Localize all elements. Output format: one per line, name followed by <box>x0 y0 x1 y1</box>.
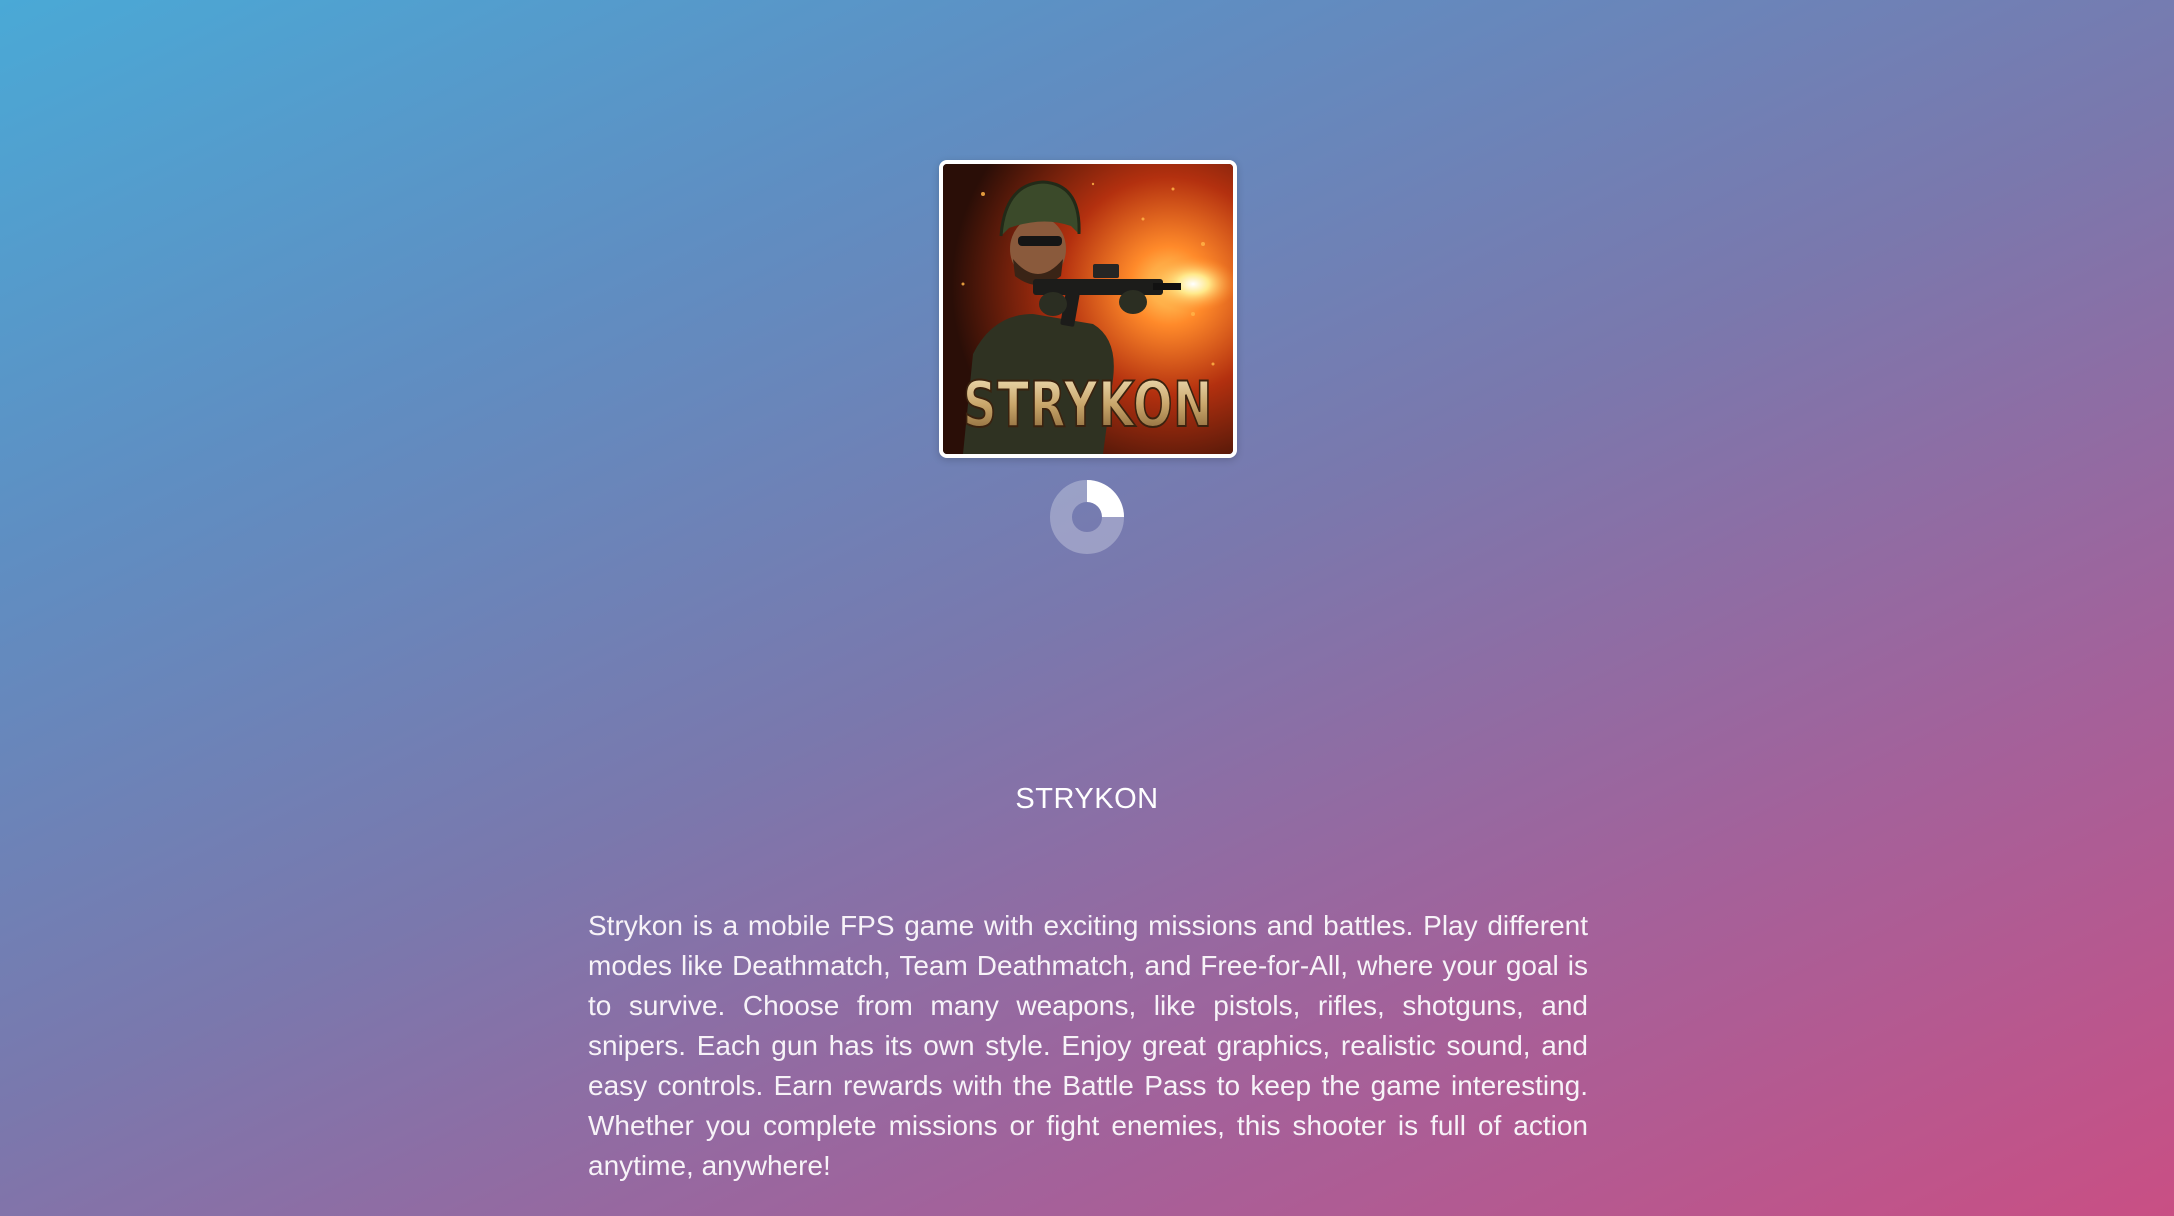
loading-spinner-arc <box>1087 480 1124 517</box>
loading-spinner-icon <box>1050 480 1124 554</box>
game-description: Strykon is a mobile FPS game with exciti… <box>588 910 1588 1181</box>
game-cover-image: STRYKON <box>939 160 1237 458</box>
game-cover-artwork: STRYKON <box>943 164 1233 454</box>
game-logo-wordmark: STRYKON <box>963 368 1213 441</box>
game-title: STRYKON <box>1015 783 1159 815</box>
